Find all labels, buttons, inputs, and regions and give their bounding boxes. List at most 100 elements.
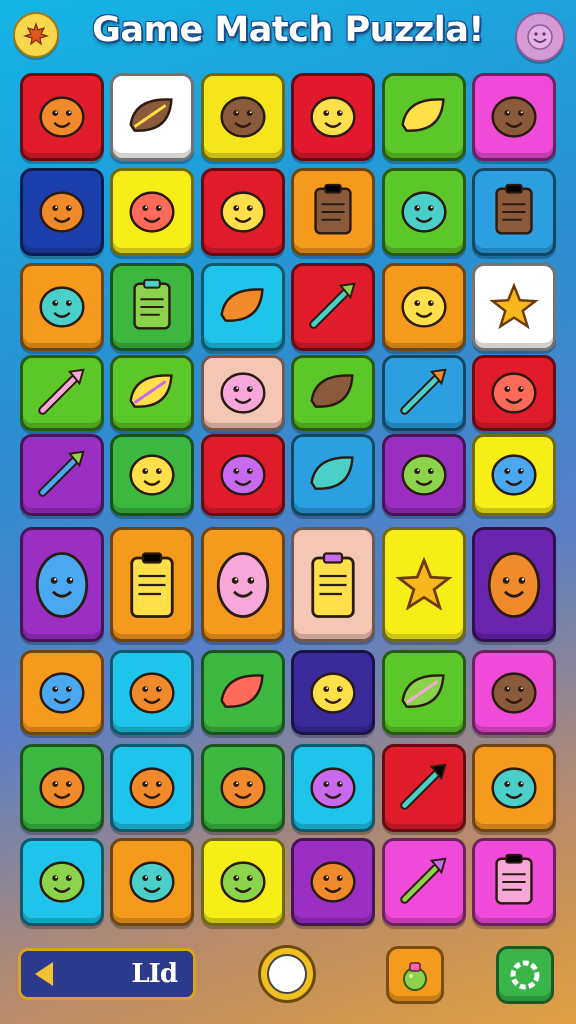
- board-tile[interactable]: [291, 73, 375, 161]
- board-tile[interactable]: [20, 263, 104, 351]
- board-tile[interactable]: [291, 650, 375, 735]
- board-tile[interactable]: [201, 355, 285, 431]
- arrow-left-icon[interactable]: [35, 962, 53, 986]
- board-tile[interactable]: [20, 434, 104, 516]
- board-tile[interactable]: [382, 434, 466, 516]
- game-board: [0, 0, 576, 940]
- board-tile[interactable]: [20, 73, 104, 161]
- green-ball-icon: [310, 861, 356, 903]
- ufo-icon: [401, 286, 447, 328]
- board-tile[interactable]: [201, 168, 285, 256]
- ring-icon: [510, 960, 540, 990]
- board-tile[interactable]: [472, 355, 556, 431]
- board-tile[interactable]: [291, 168, 375, 256]
- board-tile[interactable]: [291, 527, 375, 642]
- board-tile[interactable]: [291, 263, 375, 351]
- bird-icon: [401, 191, 447, 233]
- board-tile[interactable]: [291, 838, 375, 926]
- blue-bird-icon: [129, 861, 175, 903]
- settings-button[interactable]: [496, 946, 554, 1004]
- board-tile[interactable]: [382, 650, 466, 735]
- board-tile[interactable]: [472, 73, 556, 161]
- level-label: LId: [131, 959, 178, 989]
- board-tile[interactable]: [110, 355, 194, 431]
- orange-sun-icon: [310, 671, 356, 714]
- orange-ball-icon: [220, 767, 266, 809]
- board-tile[interactable]: [472, 744, 556, 832]
- board-tile[interactable]: [472, 650, 556, 735]
- board-tile[interactable]: [110, 744, 194, 832]
- board-tile[interactable]: [382, 263, 466, 351]
- board-tile[interactable]: [472, 434, 556, 516]
- board-tile[interactable]: [382, 355, 466, 431]
- banana-fish-icon: [310, 456, 354, 490]
- yellow-creature-icon: [487, 551, 541, 618]
- cat-face-icon: [401, 454, 447, 496]
- circle-button-icon: [267, 954, 307, 994]
- board-tile[interactable]: [20, 355, 104, 431]
- board-tile[interactable]: [382, 838, 466, 926]
- board-tile[interactable]: [201, 434, 285, 516]
- pink-fish-icon: [129, 374, 173, 408]
- mushroom-key-icon: [129, 454, 175, 496]
- blue-mushroom-icon: [129, 767, 175, 809]
- star-clipboard-icon: [395, 555, 453, 611]
- board-tile[interactable]: [110, 527, 194, 642]
- burger-icon: [39, 861, 85, 903]
- board-tile[interactable]: [291, 744, 375, 832]
- paint-tube-icon: [400, 368, 447, 415]
- board-tile[interactable]: [201, 838, 285, 926]
- green-frog-icon: [491, 671, 537, 714]
- board-tile[interactable]: [110, 73, 194, 161]
- board-tile[interactable]: [201, 263, 285, 351]
- orange-cat-icon: [220, 861, 266, 903]
- board-tile[interactable]: [20, 744, 104, 832]
- red-robot-icon: [310, 767, 356, 809]
- bottom-bar: LId: [0, 940, 576, 1024]
- board-tile[interactable]: [110, 650, 194, 735]
- bear-face-icon: [220, 454, 266, 496]
- board-tile[interactable]: [201, 73, 285, 161]
- robot-tag-icon: [311, 551, 355, 618]
- board-tile[interactable]: [291, 434, 375, 516]
- board-tile[interactable]: [382, 527, 466, 642]
- brown-bear-icon: [216, 551, 270, 618]
- board-tile[interactable]: [110, 263, 194, 351]
- board-tile[interactable]: [472, 168, 556, 256]
- pink-leaf-icon: [401, 673, 445, 708]
- board-tile[interactable]: [382, 168, 466, 256]
- board-tile[interactable]: [201, 650, 285, 735]
- board-tile[interactable]: [472, 527, 556, 642]
- board-tile[interactable]: [20, 650, 104, 735]
- board-tile[interactable]: [382, 744, 466, 832]
- board-tile[interactable]: [20, 168, 104, 256]
- board-tile[interactable]: [110, 838, 194, 926]
- pink-block-icon: [133, 278, 171, 330]
- pink-pig-icon: [39, 191, 85, 233]
- yellow-drop-icon: [220, 96, 266, 138]
- lightning-icon: [38, 450, 85, 497]
- board-tile[interactable]: [20, 838, 104, 926]
- board-tile[interactable]: [20, 527, 104, 642]
- purple-leaf-icon: [220, 673, 264, 708]
- heart-icon: [129, 191, 175, 233]
- board-tile[interactable]: [472, 838, 556, 926]
- board-tile[interactable]: [201, 527, 285, 642]
- board-tile[interactable]: [201, 744, 285, 832]
- item-button[interactable]: [386, 946, 444, 1004]
- board-tile[interactable]: [472, 263, 556, 351]
- star-icon: [489, 282, 539, 330]
- board-tile[interactable]: [382, 73, 466, 161]
- pink-monster-icon: [39, 96, 85, 138]
- level-panel[interactable]: LId: [18, 948, 196, 1000]
- potion-icon: [403, 962, 427, 991]
- orange-planet-icon: [491, 767, 537, 809]
- board-tile[interactable]: [110, 434, 194, 516]
- orange-smiley-icon: [39, 671, 85, 714]
- clipboard-icon: [130, 551, 174, 618]
- board-tile[interactable]: [110, 168, 194, 256]
- rocket-icon: [400, 763, 447, 810]
- board-tile[interactable]: [291, 355, 375, 431]
- center-button[interactable]: [258, 945, 316, 1003]
- spiral-shell-icon: [220, 191, 266, 233]
